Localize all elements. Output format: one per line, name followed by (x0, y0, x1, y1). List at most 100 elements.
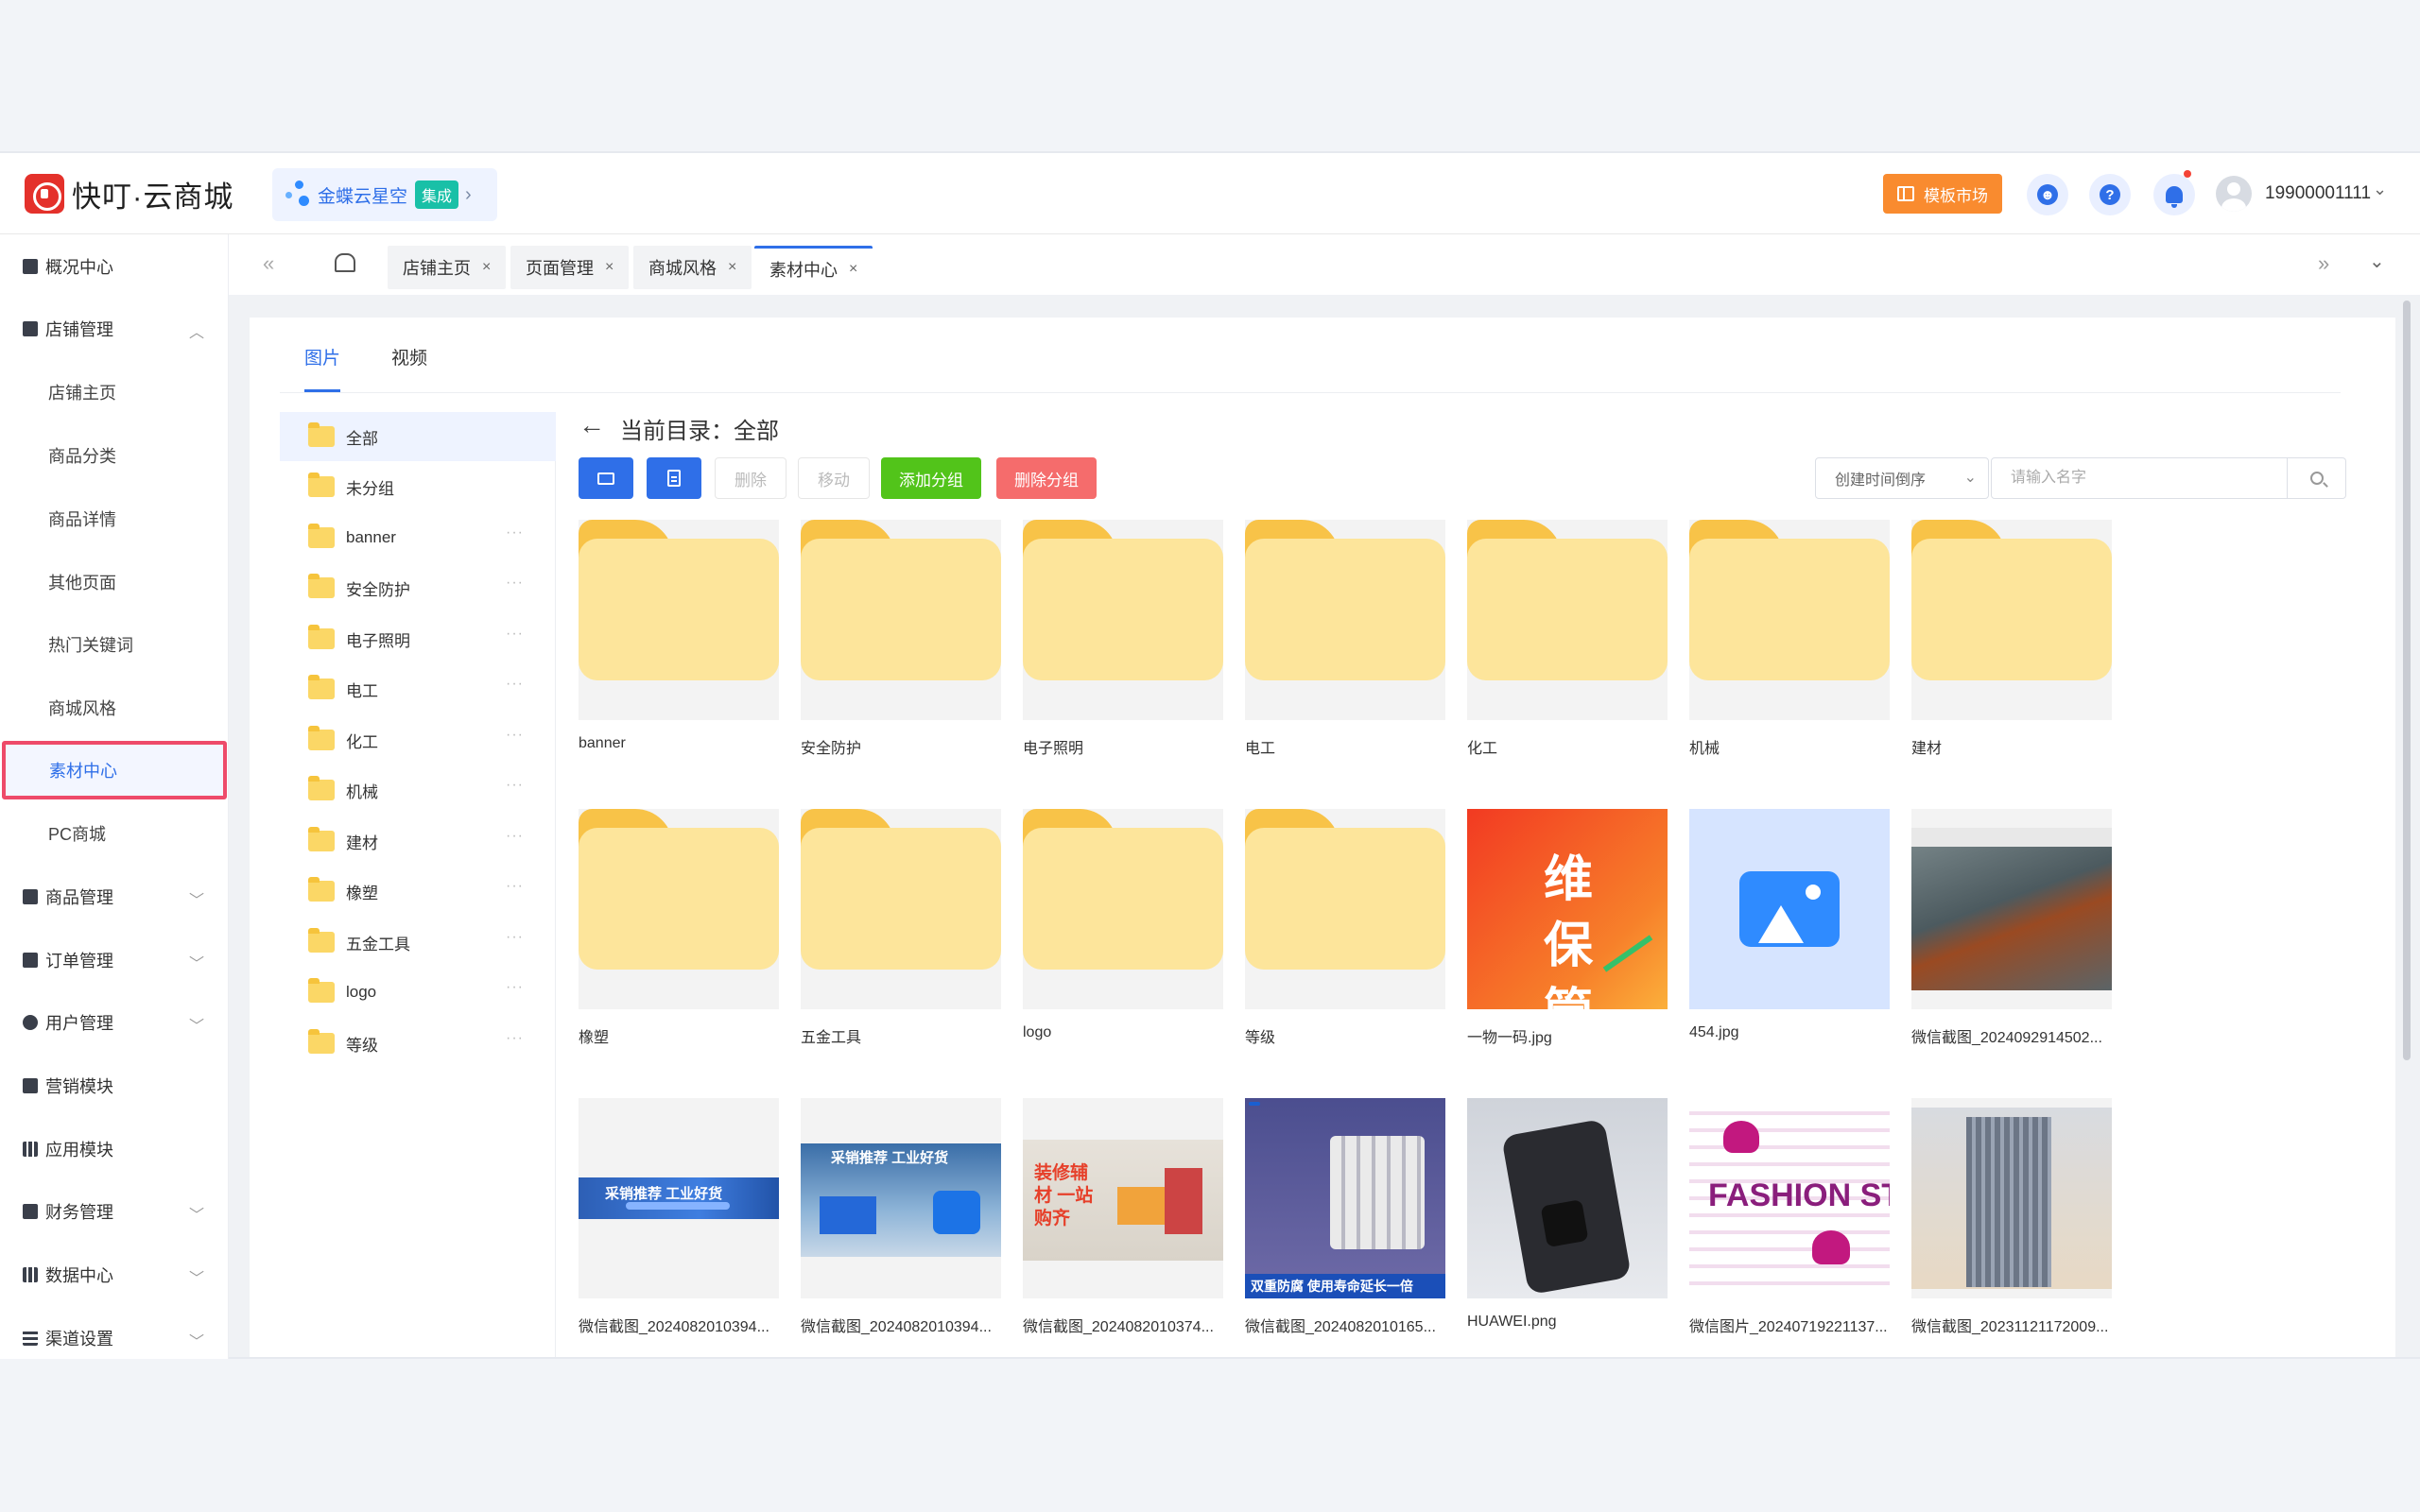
more-icon[interactable]: ··· (506, 929, 524, 946)
back-arrow-icon[interactable]: ← (579, 410, 605, 440)
sidebar-item-store-management[interactable]: 店铺管理 ︿ (0, 302, 228, 355)
home-icon[interactable] (335, 253, 355, 272)
folder-card[interactable]: 等级 (1245, 809, 1445, 1047)
image-card[interactable]: 维保管家 一物一码.jpg (1467, 809, 1668, 1047)
search-input[interactable] (1991, 457, 2288, 499)
sort-select[interactable]: 创建时间倒序 ⌄ (1815, 457, 1989, 499)
avatar[interactable] (2216, 176, 2252, 212)
sidebar-item-marketing[interactable]: 营销模块 (0, 1059, 228, 1112)
more-icon[interactable]: ··· (506, 878, 524, 895)
tab-store-style[interactable]: 商城风格 × (633, 246, 752, 289)
more-icon[interactable]: ··· (506, 1030, 524, 1047)
sidebar-item-overview[interactable]: 概况中心 (0, 240, 228, 293)
more-icon[interactable]: ··· (506, 979, 524, 996)
close-icon[interactable]: × (605, 259, 614, 276)
tab-material-center[interactable]: 素材中心 × (754, 246, 873, 289)
group-item[interactable]: 五金工具 ··· (280, 918, 556, 967)
sidebar-item-product-category[interactable]: 商品分类 (0, 429, 228, 482)
chevron-down-icon[interactable]: ⌄ (2373, 180, 2387, 199)
sidebar-item-other-pages[interactable]: 其他页面 (0, 556, 228, 609)
move-button[interactable]: 移动 (798, 457, 870, 499)
sidebar-item-order-management[interactable]: 订单管理 ﹀ (0, 934, 228, 987)
sidebar-item-pc-mall[interactable]: PC商城 (0, 807, 228, 860)
sidebar-item-data-center[interactable]: 数据中心 ﹀ (0, 1248, 228, 1301)
help-button[interactable]: ? (2089, 174, 2131, 215)
sidebar-item-channel-settings[interactable]: 渠道设置 ﹀ (0, 1312, 228, 1359)
sidebar-item-store-home[interactable]: 店铺主页 (0, 366, 228, 419)
card-label: logo (1023, 1024, 1052, 1040)
close-icon[interactable]: × (728, 259, 736, 276)
tab-page-management[interactable]: 页面管理 × (510, 246, 630, 289)
folder-card[interactable]: 橡塑 (579, 809, 779, 1047)
group-item[interactable]: 电子照明 ··· (280, 614, 556, 663)
sidebar-item-material-center[interactable]: 素材中心 (2, 741, 227, 799)
image-card[interactable]: 微信截图_20231121172009... (1911, 1098, 2112, 1336)
more-icon[interactable]: ··· (506, 626, 524, 643)
search-button[interactable] (2288, 457, 2346, 499)
folder-card[interactable]: 电工 (1245, 520, 1445, 758)
user-name[interactable]: 19900001111 (2265, 183, 2371, 204)
group-item[interactable]: logo ··· (280, 968, 556, 1017)
sidebar-item-apps[interactable]: 应用模块 (0, 1123, 228, 1176)
integration-entry[interactable]: 金蝶云星空 集成 › (272, 168, 497, 221)
sidebar-item-product-management[interactable]: 商品管理 ﹀ (0, 870, 228, 923)
add-group-button[interactable]: 添加分组 (881, 457, 981, 499)
scroll-right-icon[interactable]: » (2318, 251, 2329, 276)
template-market-button[interactable]: 模板市场 (1883, 174, 2002, 214)
group-item[interactable]: banner ··· (280, 513, 556, 562)
page-scrollbar[interactable] (2403, 301, 2411, 1060)
close-icon[interactable]: × (482, 259, 491, 276)
sidebar-item-finance[interactable]: 财务管理 ﹀ (0, 1185, 228, 1238)
group-item[interactable]: 未分组 (280, 462, 556, 511)
brand-logo[interactable]: 快叮·云商城 (25, 173, 233, 215)
group-item[interactable]: 电工 ··· (280, 664, 556, 713)
folder-icon (308, 574, 335, 598)
close-icon[interactable]: × (849, 261, 857, 278)
image-card[interactable]: FASHION STYLE 微信图片_20240719221137... (1689, 1098, 1890, 1336)
scroll-left-icon[interactable]: « (263, 251, 274, 276)
more-icon[interactable]: ··· (506, 676, 524, 693)
sidebar-item-store-style[interactable]: 商城风格 (0, 681, 228, 734)
upload-file-button[interactable] (647, 457, 701, 499)
upload-folder-button[interactable] (579, 457, 633, 499)
customer-service-button[interactable]: ☻ (2027, 174, 2068, 215)
folder-card[interactable]: 化工 (1467, 520, 1668, 758)
more-icon[interactable]: ··· (506, 575, 524, 592)
image-card[interactable]: HUAWEI.png (1467, 1098, 1668, 1331)
image-card[interactable]: 装修辅材 一站购齐 微信截图_2024082010374... (1023, 1098, 1223, 1336)
tab-images[interactable]: 图片 (304, 344, 340, 369)
folder-card[interactable]: 机械 (1689, 520, 1890, 758)
group-item[interactable]: 安全防护 ··· (280, 563, 556, 612)
tabs-menu-chevron-icon[interactable]: ⌄ (2369, 249, 2385, 273)
tab-store-home[interactable]: 店铺主页 × (388, 246, 507, 289)
group-item[interactable]: 建材 ··· (280, 816, 556, 866)
more-icon[interactable]: ··· (506, 777, 524, 794)
group-item[interactable]: 等级 ··· (280, 1019, 556, 1068)
delete-button[interactable]: 删除 (715, 457, 786, 499)
folder-card[interactable]: banner (579, 520, 779, 752)
image-card[interactable]: 采销推荐 工业好货 微信截图_2024082010394... (801, 1098, 1001, 1336)
image-card[interactable]: 454.jpg (1689, 809, 1890, 1041)
delete-group-button[interactable]: 删除分组 (996, 457, 1097, 499)
group-item[interactable]: 全部 (280, 412, 556, 461)
more-icon[interactable]: ··· (506, 727, 524, 744)
tab-videos[interactable]: 视频 (391, 344, 427, 369)
group-item[interactable]: 机械 ··· (280, 765, 556, 815)
sidebar-item-user-management[interactable]: 用户管理 ﹀ (0, 996, 228, 1049)
sort-value: 创建时间倒序 (1835, 472, 1927, 489)
folder-card[interactable]: 电子照明 (1023, 520, 1223, 758)
folder-card[interactable]: 五金工具 (801, 809, 1001, 1047)
image-card[interactable]: 采销推荐 工业好货 微信截图_2024082010394... (579, 1098, 779, 1336)
group-item[interactable]: 橡塑 ··· (280, 867, 556, 916)
folder-card[interactable]: logo (1023, 809, 1223, 1041)
image-card[interactable]: 微信截图_2024092914502... (1911, 809, 2112, 1047)
image-card[interactable]: 双重防腐 使用寿命延长一倍 微信截图_2024082010165... (1245, 1098, 1445, 1336)
more-icon[interactable]: ··· (506, 524, 524, 541)
group-item[interactable]: 化工 ··· (280, 715, 556, 765)
folder-card[interactable]: 安全防护 (801, 520, 1001, 758)
sidebar-item-product-detail[interactable]: 商品详情 (0, 492, 228, 545)
folder-card[interactable]: 建材 (1911, 520, 2112, 758)
more-icon[interactable]: ··· (506, 828, 524, 845)
notifications-button[interactable] (2153, 170, 2195, 215)
sidebar-item-hot-keywords[interactable]: 热门关键词 (0, 618, 228, 671)
